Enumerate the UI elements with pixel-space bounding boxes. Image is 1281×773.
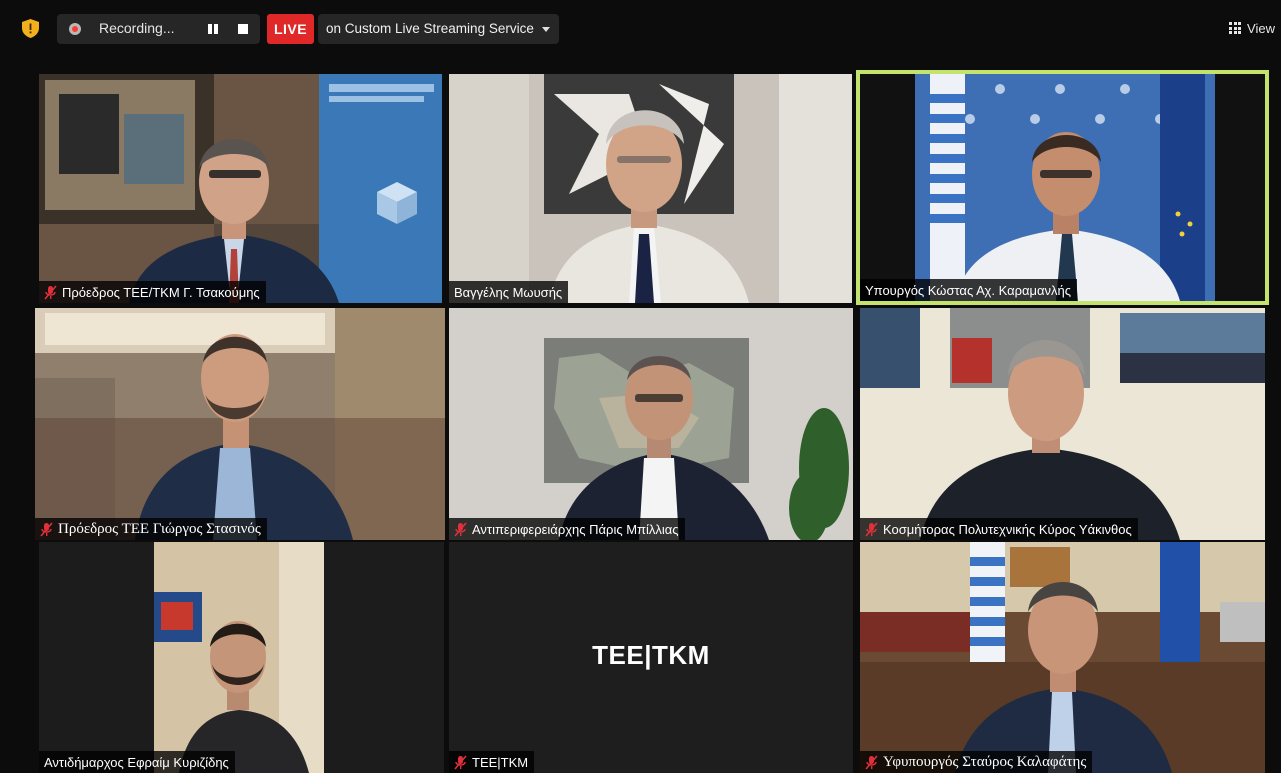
muted-mic-icon <box>454 521 467 537</box>
muted-mic-icon <box>454 754 467 770</box>
record-icon <box>69 23 81 35</box>
participant-name-bar: ΤΕΕ|ΤΚΜ <box>449 751 535 773</box>
participant-name: Υφυπουργός Σταύρος Καλαφάτης <box>883 753 1087 770</box>
muted-mic-icon <box>40 521 53 537</box>
stop-icon[interactable] <box>238 24 248 34</box>
participant-name-bar: Αντιπεριφερειάρχης Πάρις Μπίλλιας <box>449 518 685 540</box>
participant-video <box>860 542 1265 773</box>
participant-tile-active[interactable]: Υπουργός Κώστας Αχ. Καραμανλής <box>856 70 1269 305</box>
participant-video <box>860 74 1265 301</box>
participant-tile[interactable]: ΤΕΕ|ΤΚΜ ΤΕΕ|ΤΚΜ <box>449 542 853 773</box>
view-label: View <box>1247 20 1275 36</box>
participant-tile[interactable]: Πρόεδρος ΤΕΕ Γιώργος Στασινός <box>35 308 445 540</box>
shield-icon[interactable] <box>22 19 39 38</box>
participant-name-bar: Κοσμήτορας Πολυτεχνικής Κύρος Υάκινθος <box>860 518 1138 540</box>
meeting-toolbar: Recording... LIVE on Custom Live Streami… <box>0 0 1281 60</box>
participant-name: ΤΕΕ|ΤΚΜ <box>472 754 529 770</box>
participant-name: Πρόεδρος ΤΕΕ Γιώργος Στασινός <box>58 520 261 537</box>
recording-label: Recording... <box>99 20 175 36</box>
muted-mic-icon <box>44 284 57 300</box>
participant-video <box>35 308 445 540</box>
participant-name: Πρόεδρος ΤΕΕ/ΤΚΜ Γ. Τσακούμης <box>62 284 260 300</box>
participant-tile[interactable]: Υφυπουργός Σταύρος Καλαφάτης <box>860 542 1265 773</box>
participant-video <box>860 308 1265 540</box>
participant-tile[interactable]: Αντιπεριφερειάρχης Πάρις Μπίλλιας <box>449 308 853 540</box>
participant-video <box>39 74 442 303</box>
participant-name: Βαγγέλης Μωυσής <box>454 284 563 300</box>
muted-mic-icon <box>865 521 878 537</box>
view-button[interactable]: View <box>1229 18 1275 38</box>
participant-name: Κοσμήτορας Πολυτεχνικής Κύρος Υάκινθος <box>883 521 1132 537</box>
participant-video <box>449 74 852 303</box>
participant-video <box>449 308 853 540</box>
live-stream-dropdown[interactable]: on Custom Live Streaming Service <box>318 14 559 44</box>
grid-view-icon <box>1229 22 1242 34</box>
pause-icon[interactable] <box>207 24 219 34</box>
participant-name: Υπουργός Κώστας Αχ. Καραμανλής <box>865 282 1072 298</box>
live-badge: LIVE <box>267 14 314 44</box>
participant-name: Αντιδήμαρχος Εφραίμ Κυριζίδης <box>44 754 229 770</box>
stream-service-label: on Custom Live Streaming Service <box>326 21 534 36</box>
participant-tile[interactable]: Βαγγέλης Μωυσής <box>449 74 852 303</box>
participant-tile[interactable]: Αντιδήμαρχος Εφραίμ Κυριζίδης <box>39 542 444 773</box>
caret-down-icon <box>542 27 550 32</box>
participant-name-bar: Πρόεδρος ΤΕΕ Γιώργος Στασινός <box>35 518 267 540</box>
muted-mic-icon <box>865 754 878 770</box>
participant-tile[interactable]: Κοσμήτορας Πολυτεχνικής Κύρος Υάκινθος <box>860 308 1265 540</box>
recording-control: Recording... <box>57 14 260 44</box>
participant-name-bar: Υπουργός Κώστας Αχ. Καραμανλής <box>860 279 1078 301</box>
participant-name-bar: Αντιδήμαρχος Εφραίμ Κυριζίδης <box>39 751 235 773</box>
participant-name-bar: Υφυπουργός Σταύρος Καλαφάτης <box>860 751 1093 773</box>
participant-name-bar: Πρόεδρος ΤΕΕ/ΤΚΜ Γ. Τσακούμης <box>39 281 266 303</box>
participant-tile[interactable]: Πρόεδρος ΤΕΕ/ΤΚΜ Γ. Τσακούμης <box>39 74 442 303</box>
participant-video-off-name: ΤΕΕ|ΤΚΜ <box>592 640 710 670</box>
participant-name-bar: Βαγγέλης Μωυσής <box>449 281 569 303</box>
participant-video <box>39 542 444 773</box>
participant-name: Αντιπεριφερειάρχης Πάρις Μπίλλιας <box>472 521 679 537</box>
